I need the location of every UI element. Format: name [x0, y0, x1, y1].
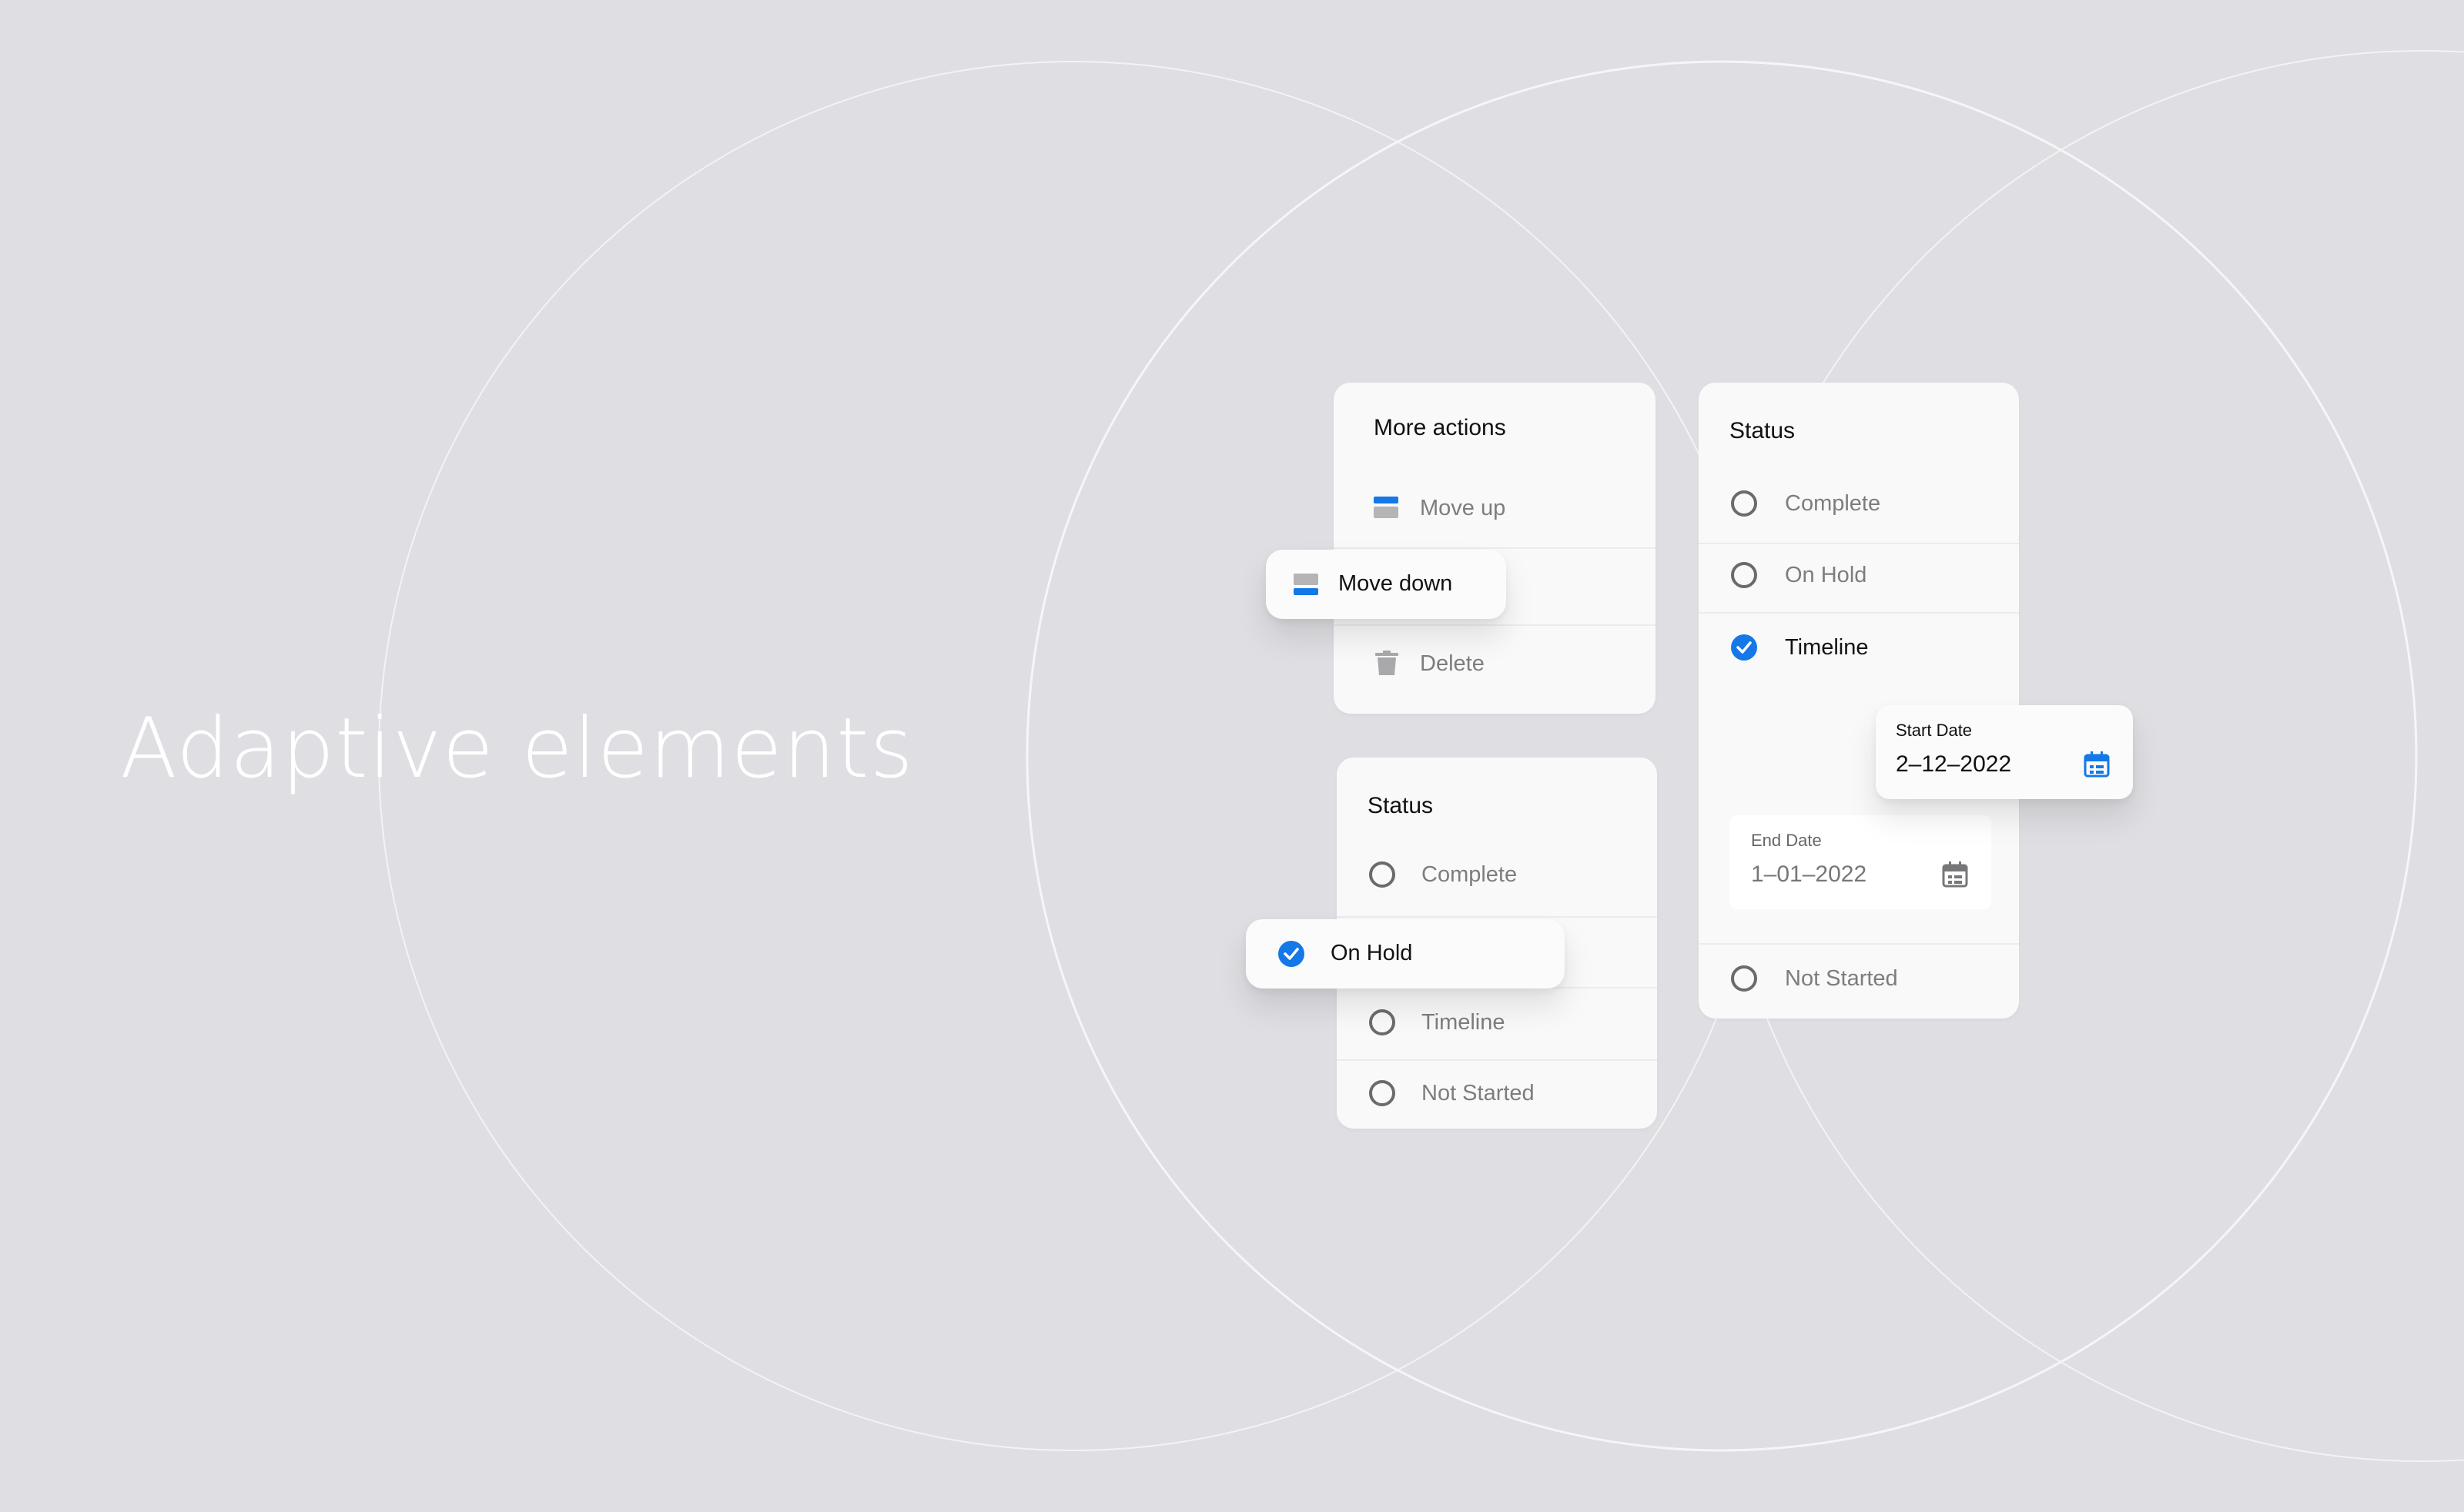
menu-item-move-up[interactable]: Move up: [1334, 483, 1656, 538]
divider: [1699, 612, 2019, 614]
radio-unchecked-icon: [1369, 861, 1395, 888]
status-option-label: Timeline: [1785, 635, 1869, 660]
end-date-label: End Date: [1751, 831, 1822, 850]
status-option-not-started[interactable]: Not Started: [1699, 949, 2019, 1011]
calendar-icon[interactable]: [2084, 751, 2110, 778]
calendar-icon[interactable]: [1942, 861, 1968, 888]
headline: Adaptive elements: [120, 701, 914, 797]
status-option-label: Complete: [1421, 862, 1518, 887]
status-title: Status: [1368, 793, 1434, 818]
move-down-icon: [1294, 574, 1318, 595]
status-option-label: Complete: [1785, 491, 1881, 516]
radio-unchecked-icon: [1731, 965, 1757, 992]
status-option-label: On Hold: [1785, 563, 1867, 587]
divider: [1334, 624, 1656, 626]
divider: [1699, 943, 2019, 945]
start-date-value: 2–12–2022: [1896, 751, 2012, 777]
status-option-on-hold[interactable]: On Hold: [1246, 919, 1565, 988]
radio-checked-icon: [1278, 941, 1304, 967]
start-date-label: Start Date: [1896, 721, 1973, 740]
menu-item-move-down[interactable]: Move down: [1266, 550, 1506, 619]
divider: [1699, 543, 2019, 544]
radio-unchecked-icon: [1369, 1080, 1395, 1106]
status-title: Status: [1729, 418, 1796, 443]
end-date-field[interactable]: End Date 1–01–2022: [1729, 815, 1991, 909]
status-option-timeline[interactable]: Timeline: [1337, 993, 1657, 1055]
trash-icon: [1375, 651, 1398, 675]
divider: [1334, 547, 1656, 549]
status-card-right: Status Complete On Hold Timeline End Dat…: [1699, 383, 2019, 1019]
radio-unchecked-icon: [1731, 562, 1757, 588]
more-actions-title: More actions: [1374, 415, 1506, 440]
status-option-complete[interactable]: Complete: [1699, 473, 2019, 535]
more-actions-menu: More actions Move up Delete: [1334, 383, 1656, 714]
menu-item-label: Delete: [1420, 651, 1485, 676]
status-option-not-started[interactable]: Not Started: [1337, 1064, 1657, 1126]
status-option-timeline[interactable]: Timeline: [1699, 618, 2019, 680]
menu-item-label: Move down: [1338, 571, 1453, 596]
radio-unchecked-icon: [1731, 490, 1757, 517]
status-option-on-hold[interactable]: On Hold: [1699, 546, 2019, 607]
divider: [1337, 916, 1657, 918]
status-option-label: Not Started: [1785, 966, 1898, 991]
end-date-value: 1–01–2022: [1751, 861, 1867, 887]
status-option-label: On Hold: [1331, 941, 1413, 965]
divider: [1337, 1059, 1657, 1061]
status-option-label: Not Started: [1421, 1081, 1535, 1106]
start-date-field[interactable]: Start Date 2–12–2022: [1876, 705, 2133, 799]
menu-item-delete[interactable]: Delete: [1334, 638, 1656, 694]
status-option-label: Timeline: [1421, 1010, 1505, 1035]
radio-checked-icon: [1731, 634, 1757, 661]
menu-item-label: Move up: [1420, 496, 1506, 520]
status-option-complete[interactable]: Complete: [1337, 844, 1657, 905]
radio-unchecked-icon: [1369, 1009, 1395, 1035]
move-up-icon: [1374, 497, 1398, 518]
